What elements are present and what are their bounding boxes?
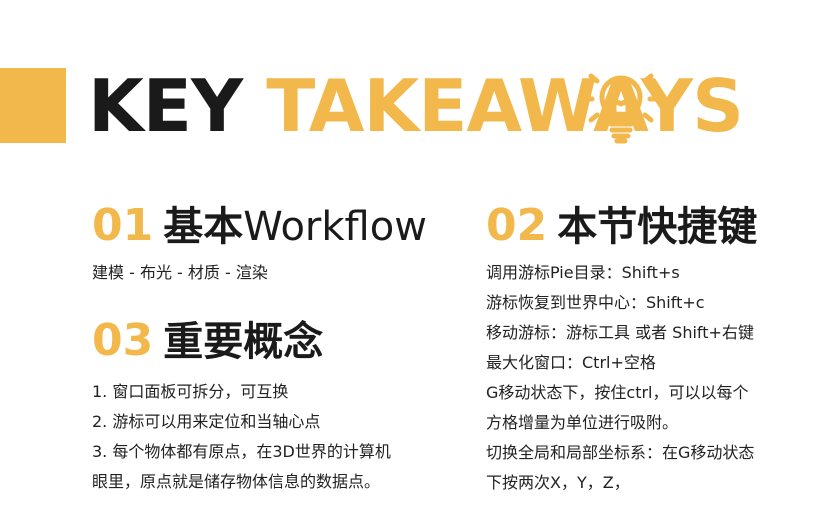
section-03-line: 2. 游标可以用来定位和当轴心点	[92, 412, 321, 431]
title-key: KEY	[88, 64, 243, 148]
title-takeaways: TAKEAWAYS	[266, 64, 744, 148]
section-02-line: 切换全局和局部坐标系：在G移动状态	[486, 443, 755, 462]
section-03-body: 1. 窗口面板可拆分，可互换 2. 游标可以用来定位和当轴心点 3. 每个物体都…	[92, 377, 391, 497]
section-02-line: G移动状态下，按住ctrl，可以以每个	[486, 383, 749, 402]
section-02-line: 游标恢复到世界中心：Shift+c	[486, 293, 705, 312]
section-03-title: 重要概念	[163, 319, 324, 365]
accent-bar	[0, 68, 66, 143]
section-02-line: 调用游标Pie目录：Shift+s	[486, 263, 680, 282]
section-02-line: 最大化窗口：Ctrl+空格	[486, 353, 656, 372]
section-01-heading: 01 基本Workflow	[92, 201, 427, 252]
section-01-number: 01	[92, 200, 154, 251]
section-01-title-en: Workflow	[243, 204, 427, 250]
section-01-line: 建模 - 布光 - 材质 - 渲染	[92, 263, 268, 282]
section-02-number: 02	[486, 200, 548, 251]
section-02-title: 本节快捷键	[557, 204, 758, 250]
section-01-title: 基本Workflow	[163, 204, 427, 250]
section-02-line: 下按两次X，Y，Z，	[486, 473, 630, 492]
section-01-title-cn: 基本	[163, 204, 244, 250]
section-03-line: 3. 每个物体都有原点，在3D世界的计算机	[92, 442, 391, 461]
section-02-line: 方格增量为单位进行吸附。	[486, 413, 679, 432]
section-03-line: 1. 窗口面板可拆分，可互换	[92, 382, 289, 401]
section-01-body: 建模 - 布光 - 材质 - 渲染	[92, 258, 268, 288]
section-03-heading: 03 重要概念	[92, 316, 323, 367]
section-02-heading: 02 本节快捷键	[486, 201, 757, 252]
lightbulb-icon	[582, 73, 660, 144]
section-03-line: 眼里，原点就是储存物体信息的数据点。	[92, 472, 381, 491]
section-02-body: 调用游标Pie目录：Shift+s 游标恢复到世界中心：Shift+c 移动游标…	[486, 258, 754, 498]
section-02-line: 移动游标：游标工具 或者 Shift+右键	[486, 323, 754, 342]
section-03-number: 03	[92, 315, 154, 366]
